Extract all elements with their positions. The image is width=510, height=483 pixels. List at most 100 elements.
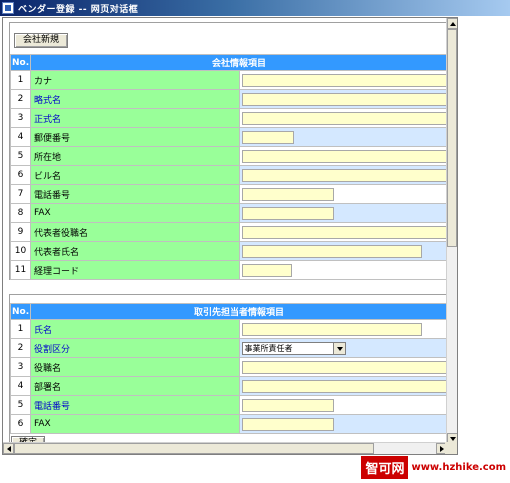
row-number: 11 [10,260,31,280]
building-input[interactable] [241,168,457,182]
row-number: 3 [10,108,31,128]
address-cell [238,146,457,166]
contact-table: No. 取引先担当者情報項目 1 氏名 2 役割区分 事業所責任者 3 役職名 … [10,303,457,434]
department-input[interactable] [241,379,457,393]
postal-code-input[interactable] [241,130,294,144]
contact-row-fax: 6 FAX [10,414,448,434]
row-number: 2 [10,89,31,109]
short-name-cell [238,89,457,109]
contact-title-input[interactable] [241,360,457,374]
horizontal-scrollbar[interactable] [3,442,447,454]
phone-cell [238,184,448,204]
contact-row-department: 4 部署名 [10,376,457,396]
contact-row-phone: 5 電話番号 [10,395,448,415]
window-title: ベンダー登録 -- 网页对话框 [18,4,139,15]
contact-name-cell [238,319,448,339]
rep-title-input[interactable] [241,225,457,239]
company-row-rep-name: 10 代表者氏名 [10,241,448,261]
company-row-fax: 8 FAX [10,203,448,223]
title-bar: ベンダー登録 -- 网页对话框 [0,0,510,16]
company-row-official-name: 3 正式名 [10,108,457,128]
row-label: 氏名 [30,319,240,339]
row-number: 8 [10,203,31,223]
row-number: 9 [10,222,31,242]
row-number: 5 [10,395,31,415]
dialog-client: 会社新規 No. 会社情報項目 1 カナ S 2 略式名 3 [2,17,458,455]
watermark-logo: 智可网 [361,456,409,479]
contact-name-input[interactable] [241,322,422,336]
contact-row-name: 1 氏名 [10,319,448,339]
watermark: 智可网 www.hzhike.com [361,456,506,479]
row-label: 役職名 [30,357,240,377]
contact-phone-cell [238,395,448,415]
rep-title-cell [238,222,457,242]
row-label: FAX [30,414,240,434]
row-label: 代表者氏名 [30,241,240,261]
no-header: No. [10,303,31,320]
company-row-short-name: 2 略式名 [10,89,457,109]
fax-cell [238,203,448,223]
company-row-accounting-code: 11 経理コード [10,260,448,280]
contact-table-header: No. 取引先担当者情報項目 [10,303,448,320]
short-name-input[interactable] [241,92,457,106]
contact-fax-input[interactable] [241,417,334,431]
official-name-cell [238,108,457,128]
scroll-up-icon[interactable] [447,18,457,29]
row-number: 4 [10,376,31,396]
row-number: 5 [10,146,31,166]
company-section-title: 会社情報項目 [30,54,448,71]
phone-input[interactable] [241,187,334,201]
building-cell [238,165,457,185]
official-name-input[interactable] [241,111,457,125]
horizontal-scroll-thumb[interactable] [14,443,374,454]
row-number: 6 [10,165,31,185]
company-row-postal-code: 4 郵便番号 [10,127,448,147]
watermark-url: www.hzhike.com [411,462,506,473]
postal-code-cell [238,127,448,147]
company-row-building: 6 ビル名 [10,165,457,185]
row-label: 部署名 [30,376,240,396]
kana-input[interactable] [241,73,457,87]
address-input[interactable] [241,149,457,163]
scroll-content: 会社新規 No. 会社情報項目 1 カナ S 2 略式名 3 [3,18,457,454]
rep-name-cell [238,241,448,261]
row-number: 1 [10,70,31,90]
fax-input[interactable] [241,206,334,220]
scrollbar-corner [445,442,457,454]
department-cell [238,376,457,396]
accounting-code-cell [238,260,448,280]
company-panel: 会社新規 No. 会社情報項目 1 カナ S 2 略式名 3 [9,22,457,280]
new-company-button[interactable]: 会社新規 [14,33,68,48]
row-number: 1 [10,319,31,339]
rep-name-input[interactable] [241,244,422,258]
row-number: 4 [10,127,31,147]
company-row-address: 5 所在地 [10,146,457,166]
company-row-kana: 1 カナ S [10,70,457,90]
role-select[interactable]: 事業所責任者 [241,341,346,355]
row-number: 7 [10,184,31,204]
row-label: 経理コード [30,260,240,280]
vertical-scroll-thumb[interactable] [447,29,457,247]
scroll-left-icon[interactable] [3,443,14,454]
role-cell: 事業所責任者 [238,338,448,358]
row-number: 2 [10,338,31,358]
vertical-scrollbar[interactable] [446,18,457,444]
company-table-header: No. 会社情報項目 [10,54,448,71]
row-label: 電話番号 [30,395,240,415]
company-row-phone: 7 電話番号 [10,184,448,204]
row-number: 6 [10,414,31,434]
row-label: FAX [30,203,240,223]
no-header: No. [10,54,31,71]
contact-phone-input[interactable] [241,398,334,412]
row-label: ビル名 [30,165,240,185]
accounting-code-input[interactable] [241,263,292,277]
contact-panel: No. 取引先担当者情報項目 1 氏名 2 役割区分 事業所責任者 3 役職名 … [9,294,457,454]
row-label: 正式名 [30,108,240,128]
contact-title-cell [238,357,457,377]
role-select-value: 事業所責任者 [244,343,293,353]
row-label: カナ [30,70,240,90]
contact-row-role: 2 役割区分 事業所責任者 [10,338,448,358]
kana-cell: S [238,70,457,90]
dropdown-arrow-icon[interactable] [332,342,345,354]
contact-row-title: 3 役職名 [10,357,457,377]
